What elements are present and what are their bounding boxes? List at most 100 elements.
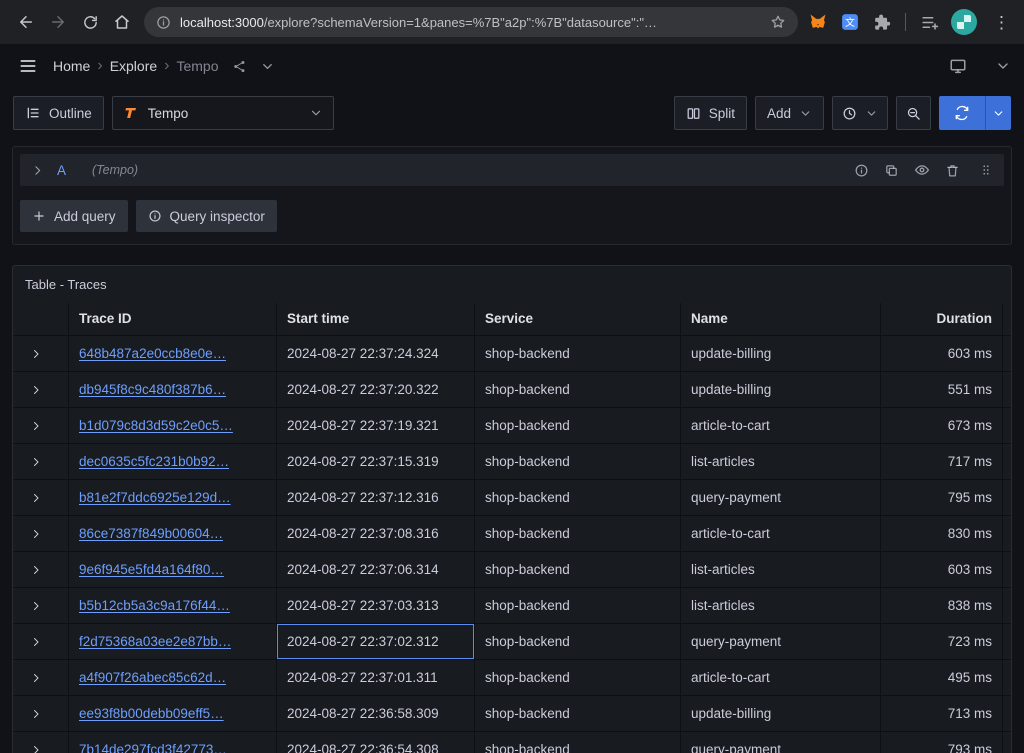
site-info-icon[interactable] <box>156 15 171 30</box>
drag-handle-icon[interactable] <box>979 163 993 177</box>
hide-query-eye-icon[interactable] <box>914 162 930 178</box>
start-time-cell: 2024-08-27 22:37:20.322 <box>277 372 475 408</box>
row-expander-button[interactable] <box>13 480 69 516</box>
query-editor-section: A (Tempo) Add query Query inspector <box>12 146 1012 245</box>
browser-menu-icon[interactable]: ⋮ <box>989 14 1014 31</box>
browser-forward-button[interactable] <box>42 6 74 38</box>
url-text[interactable]: localhost:3000/explore?schemaVersion=1&p… <box>180 15 761 30</box>
panel-title: Table - Traces <box>25 277 107 292</box>
trace-id-link[interactable]: b81e2f7ddc6925e129d… <box>79 490 231 505</box>
toolbar-right-actions: Split Add <box>673 96 1011 130</box>
service-value: shop-backend <box>485 706 570 721</box>
service-cell: shop-backend <box>475 372 681 408</box>
bookmark-star-icon[interactable] <box>770 14 786 30</box>
duration-column-header[interactable]: Duration <box>881 303 1003 336</box>
row-expander-button[interactable] <box>13 552 69 588</box>
extensions-puzzle-icon[interactable] <box>872 13 891 32</box>
start-time-value: 2024-08-27 22:37:06.314 <box>287 562 439 577</box>
duration-cell: 673 ms <box>881 408 1003 444</box>
table-row: b81e2f7ddc6925e129d… 2024-08-27 22:37:12.… <box>13 480 1011 516</box>
row-expander-button[interactable] <box>13 372 69 408</box>
time-range-button[interactable] <box>832 96 888 130</box>
duration-cell: 793 ms <box>881 732 1003 753</box>
translate-extension-icon[interactable]: 文 <box>840 12 860 32</box>
trace-id-link[interactable]: 9e6f945e5fd4a164f80… <box>79 562 224 577</box>
add-query-button[interactable]: Add query <box>20 200 128 232</box>
table-row: ee93f8b00debb09eff5… 2024-08-27 22:36:58.… <box>13 696 1011 732</box>
add-button[interactable]: Add <box>754 96 824 130</box>
trace-id-link[interactable]: b5b12cb5a3c9a176f44… <box>79 598 230 613</box>
row-expander-button[interactable] <box>13 408 69 444</box>
kiosk-monitor-icon[interactable] <box>949 57 967 75</box>
playlist-extension-icon[interactable] <box>920 13 939 32</box>
zoom-out-button[interactable] <box>896 96 931 130</box>
menu-toggle-icon[interactable] <box>13 51 43 81</box>
row-expander-button[interactable] <box>13 696 69 732</box>
row-gutter <box>1003 372 1011 408</box>
service-value: shop-backend <box>485 418 570 433</box>
trace-id-column-header[interactable]: Trace ID <box>69 303 277 336</box>
trace-id-link[interactable]: 648b487a2e0ccb8e0e… <box>79 346 226 361</box>
row-expander-button[interactable] <box>13 336 69 372</box>
table-row: 86ce7387f849b00604… 2024-08-27 22:37:08.3… <box>13 516 1011 552</box>
duration-value: 830 ms <box>947 526 992 541</box>
run-options-chevron-icon[interactable] <box>985 96 1011 130</box>
remove-query-trash-icon[interactable] <box>945 163 960 178</box>
row-gutter <box>1003 516 1011 552</box>
outline-button[interactable]: Outline <box>13 96 104 130</box>
query-row-header[interactable]: A (Tempo) <box>20 154 1004 186</box>
name-value: list-articles <box>691 454 755 469</box>
trace-id-cell: b81e2f7ddc6925e129d… <box>69 480 277 516</box>
trace-id-link[interactable]: 7b14de297fcd3f42773… <box>79 742 227 753</box>
browser-back-button[interactable] <box>10 6 42 38</box>
split-button[interactable]: Split <box>673 96 747 130</box>
row-expander-button[interactable] <box>13 624 69 660</box>
row-expander-button[interactable] <box>13 660 69 696</box>
trace-id-link[interactable]: db945f8c9c480f387b6… <box>79 382 226 397</box>
browser-home-button[interactable] <box>106 6 138 38</box>
duration-value: 717 ms <box>947 454 992 469</box>
breadcrumb-home[interactable]: Home <box>53 58 90 74</box>
nav-collapse-chevron-icon[interactable] <box>995 58 1011 74</box>
duplicate-query-icon[interactable] <box>884 163 899 178</box>
nav-right-actions <box>949 57 1011 75</box>
browser-reload-button[interactable] <box>74 6 106 38</box>
breadcrumb-actions-chevron-icon[interactable] <box>260 59 275 74</box>
name-column-header[interactable]: Name <box>681 303 881 336</box>
breadcrumb-explore[interactable]: Explore <box>110 58 157 74</box>
row-expander-button[interactable] <box>13 588 69 624</box>
metamask-extension-icon[interactable] <box>808 12 828 32</box>
trace-id-link[interactable]: dec0635c5fc231b0b92… <box>79 454 229 469</box>
profile-avatar[interactable] <box>951 9 977 35</box>
service-value: shop-backend <box>485 742 570 753</box>
query-ref-id: A <box>57 162 67 178</box>
trace-id-link[interactable]: 86ce7387f849b00604… <box>79 526 223 541</box>
trace-id-link[interactable]: a4f907f26abec85c62d… <box>79 670 226 685</box>
query-inspector-button[interactable]: Query inspector <box>135 200 277 232</box>
row-expander-button[interactable] <box>13 516 69 552</box>
trace-id-link[interactable]: f2d75368a03ee2e87bb… <box>79 634 231 649</box>
breadcrumb-separator: › <box>164 57 170 74</box>
query-collapse-chevron-icon[interactable] <box>31 164 44 177</box>
row-expander-chevron-icon <box>34 457 39 466</box>
datasource-picker[interactable]: Tempo <box>111 96 334 130</box>
start-time-value: 2024-08-27 22:37:03.313 <box>287 598 439 613</box>
share-icon[interactable] <box>232 59 247 74</box>
address-bar[interactable]: localhost:3000/explore?schemaVersion=1&p… <box>144 7 798 37</box>
row-expander-chevron-icon <box>34 673 39 682</box>
row-expander-button[interactable] <box>13 444 69 480</box>
row-gutter <box>1003 624 1011 660</box>
service-column-header[interactable]: Service <box>475 303 681 336</box>
name-value: query-payment <box>691 634 782 649</box>
query-info-icon[interactable] <box>854 163 869 178</box>
run-query-button[interactable] <box>939 96 1011 130</box>
start-time-column-header[interactable]: Start time <box>277 303 475 336</box>
name-cell: update-billing <box>681 372 881 408</box>
trace-id-link[interactable]: ee93f8b00debb09eff5… <box>79 706 224 721</box>
name-cell: list-articles <box>681 552 881 588</box>
refresh-icon[interactable] <box>939 96 985 130</box>
add-query-label: Add query <box>54 208 116 224</box>
url-path: /explore?schemaVersion=1&panes=%7B"a2p":… <box>263 14 657 30</box>
row-expander-button[interactable] <box>13 732 69 753</box>
trace-id-link[interactable]: b1d079c8d3d59c2e0c5… <box>79 418 233 433</box>
